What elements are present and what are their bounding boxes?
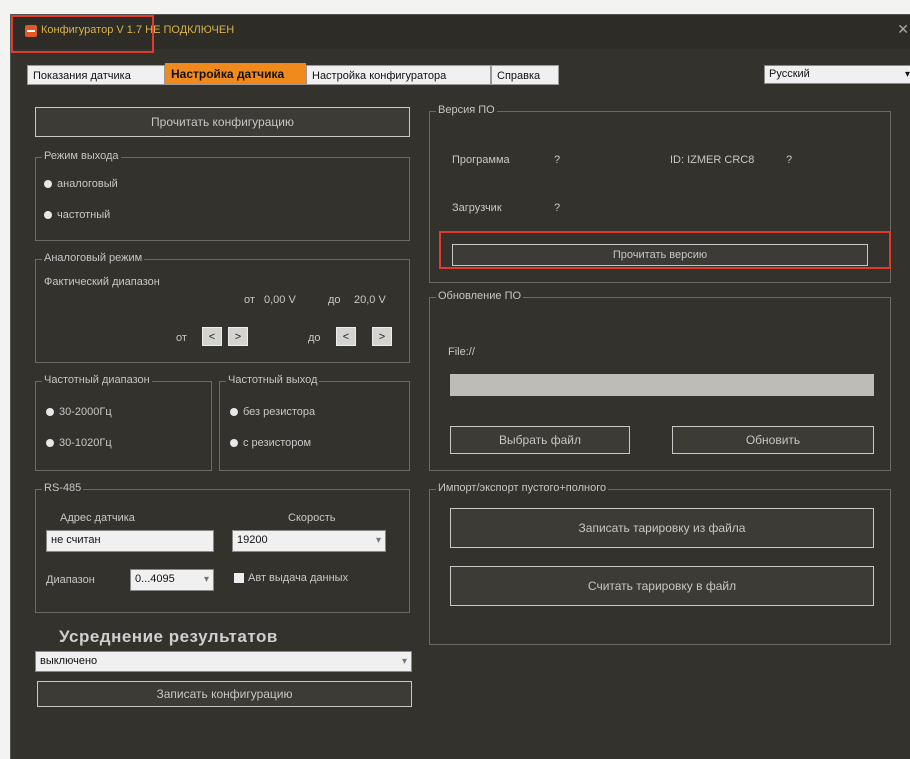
read-calibration-button[interactable]: Считать тарировку в файл	[450, 566, 874, 606]
write-config-button[interactable]: Записать конфигурацию	[37, 681, 412, 707]
chevron-down-icon: ▾	[375, 535, 381, 546]
import-export-group: Импорт/экспорт пустого+полного Записать …	[429, 482, 891, 645]
radio-icon	[44, 180, 52, 189]
rs485-legend: RS-485	[42, 482, 84, 494]
from-decrease-button[interactable]: <	[202, 327, 222, 346]
tab-sensor-settings[interactable]: Настройка датчика	[165, 63, 306, 85]
analog-mode-legend: Аналоговый режим	[42, 252, 145, 264]
checkbox-icon	[234, 573, 244, 584]
frequency-output-legend: Частотный выход	[226, 374, 320, 386]
write-calibration-button[interactable]: Записать тарировку из файла	[450, 508, 874, 548]
close-icon[interactable]: ✕	[897, 21, 909, 38]
radio-icon	[46, 408, 54, 417]
radio-range-2000[interactable]: 30-2000Гц	[46, 406, 112, 418]
adjust-from-label: от	[176, 332, 187, 344]
id-label: ID: IZMER CRC8	[670, 154, 755, 166]
radio-icon	[46, 439, 54, 448]
version-legend: Версия ПО	[436, 104, 497, 116]
radio-icon	[230, 439, 238, 448]
range-from-value: 0,00 V	[264, 294, 296, 306]
title-highlight-annotation	[11, 15, 154, 53]
language-select[interactable]: Русский ▾	[764, 65, 910, 84]
speed-value: 19200	[237, 534, 268, 546]
range-value: 0...4095	[135, 573, 175, 585]
id-value: ?	[786, 154, 793, 166]
range-label: Диапазон	[46, 574, 95, 586]
chevron-down-icon: ▾	[203, 574, 209, 585]
adjust-to-label: до	[308, 332, 321, 344]
choose-file-button[interactable]: Выбрать файл	[450, 426, 630, 454]
app-window: Конфигуратор V 1.7 НЕ ПОДКЛЮЧЕН ✕ Показа…	[10, 14, 910, 759]
loader-label: Загрузчик	[452, 202, 502, 214]
frequency-output-group: Частотный выход без резистора с резистор…	[219, 374, 410, 471]
from-increase-button[interactable]: >	[228, 327, 248, 346]
speed-label: Скорость	[288, 512, 336, 524]
language-value: Русский	[769, 68, 810, 80]
radio-icon	[230, 408, 238, 417]
radio-icon	[44, 211, 52, 220]
tab-help[interactable]: Справка	[491, 65, 559, 85]
tab-sensor-readings[interactable]: Показания датчика	[27, 65, 165, 85]
rs485-group: RS-485 Адрес датчика Скорость не считан …	[35, 482, 410, 613]
frequency-range-legend: Частотный диапазон	[42, 374, 152, 386]
import-export-legend: Импорт/экспорт пустого+полного	[436, 482, 609, 494]
range-from-label: от	[244, 294, 255, 306]
range-to-value: 20,0 V	[354, 294, 386, 306]
update-button[interactable]: Обновить	[672, 426, 874, 454]
to-increase-button[interactable]: >	[372, 327, 392, 346]
speed-select[interactable]: 19200 ▾	[232, 530, 386, 552]
title-bar: Конфигуратор V 1.7 НЕ ПОДКЛЮЧЕН ✕	[11, 15, 910, 53]
read-version-highlight-annotation	[439, 231, 891, 269]
averaging-heading: Усреднение результатов	[59, 627, 278, 646]
output-mode-group: Режим выхода аналоговый частотный	[35, 150, 410, 241]
radio-with-resistor[interactable]: с резистором	[230, 437, 311, 449]
analog-mode-group: Аналоговый режим Фактический диапазон от…	[35, 252, 410, 363]
tab-bar: Показания датчика Настройка датчика Наст…	[27, 63, 910, 85]
chevron-down-icon: ▾	[401, 656, 407, 667]
address-label: Адрес датчика	[60, 512, 135, 524]
output-mode-legend: Режим выхода	[42, 150, 121, 162]
averaging-select[interactable]: выключено ▾	[35, 651, 412, 672]
radio-no-resistor[interactable]: без резистора	[230, 406, 315, 418]
update-group: Обновление ПО File:// Выбрать файл Обнов…	[429, 290, 891, 471]
to-decrease-button[interactable]: <	[336, 327, 356, 346]
program-label: Программа	[452, 154, 510, 166]
update-legend: Обновление ПО	[436, 290, 524, 302]
averaging-value: выключено	[40, 655, 98, 667]
tab-configurator-settings[interactable]: Настройка конфигуратора	[306, 65, 491, 85]
loader-value: ?	[554, 202, 561, 214]
file-path-label: File://	[448, 346, 475, 358]
radio-range-1020[interactable]: 30-1020Гц	[46, 437, 112, 449]
range-select[interactable]: 0...4095 ▾	[130, 569, 214, 591]
frequency-range-group: Частотный диапазон 30-2000Гц 30-1020Гц	[35, 374, 212, 471]
auto-send-checkbox[interactable]: Авт выдача данных	[234, 572, 348, 584]
radio-frequency[interactable]: частотный	[44, 209, 110, 221]
radio-analog[interactable]: аналоговый	[44, 178, 118, 190]
actual-range-label: Фактический диапазон	[44, 276, 160, 288]
connection-status: НЕ ПОДКЛЮЧЕН	[145, 24, 235, 36]
range-to-label: до	[328, 294, 341, 306]
read-config-button[interactable]: Прочитать конфигурацию	[35, 107, 410, 137]
address-field[interactable]: не считан	[46, 530, 214, 552]
program-value: ?	[554, 154, 561, 166]
update-progress-bar	[450, 374, 874, 396]
chevron-down-icon: ▾	[904, 69, 910, 80]
